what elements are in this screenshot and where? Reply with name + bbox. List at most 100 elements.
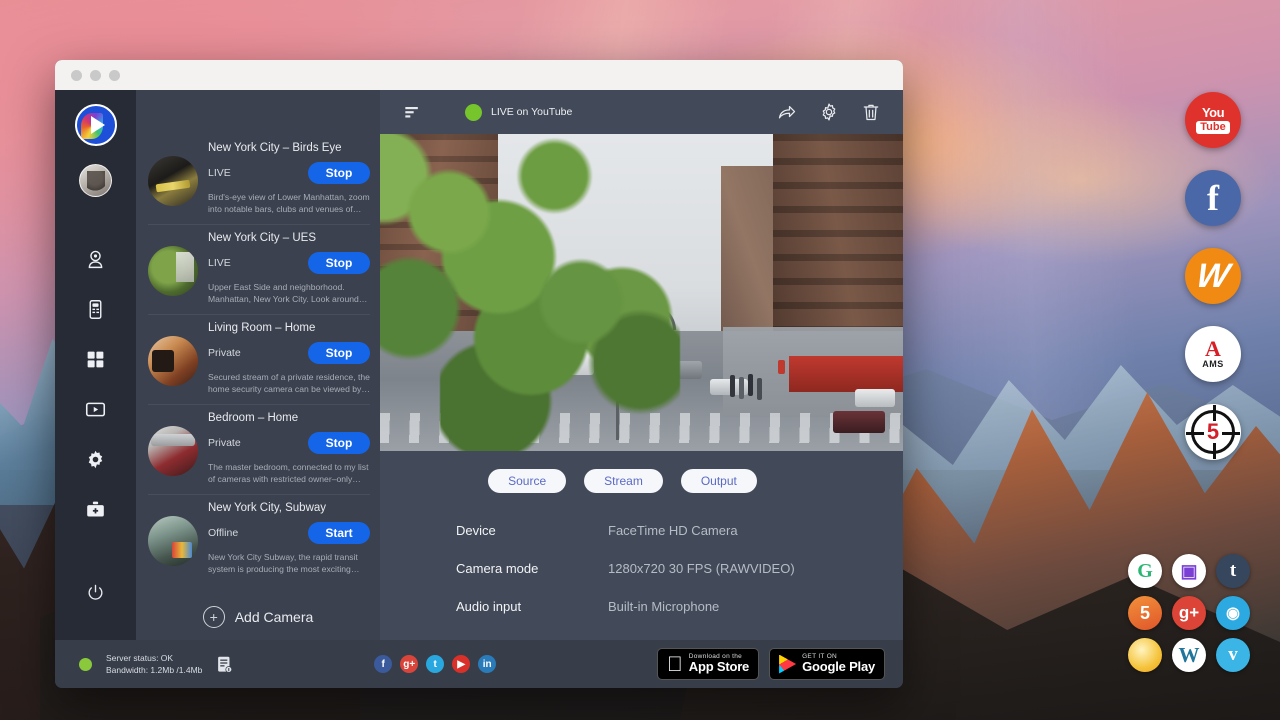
- camera-status-row: Private Stop: [208, 342, 370, 364]
- window-body: New York City – Birds Eye LIVE Stop Bird…: [55, 90, 903, 640]
- app-store-badge[interactable]:  Download on the App Store: [657, 648, 759, 679]
- grid-apps-icon: [85, 349, 106, 375]
- social-twitter-icon[interactable]: t: [426, 655, 444, 673]
- camera-action-button[interactable]: Stop: [308, 252, 370, 274]
- camera-action-button[interactable]: Stop: [308, 432, 370, 454]
- camera-thumbnail: [148, 336, 198, 386]
- sidebar-item-broadcast[interactable]: [55, 387, 136, 437]
- camera-list-item[interactable]: New York City – Birds Eye LIVE Stop Bird…: [136, 134, 380, 224]
- mini-glyph: t: [1230, 560, 1236, 582]
- camera-list-item[interactable]: New York City, Subway Offline Start New …: [136, 494, 380, 584]
- sidebar-item-apps[interactable]: [55, 337, 136, 387]
- camera-list-item[interactable]: Bedroom – Home Private Stop The master b…: [136, 404, 380, 494]
- wowza-glyph: W: [1194, 259, 1232, 293]
- social-links: f g+ t ▶ in: [374, 655, 496, 673]
- gear-icon[interactable]: [814, 97, 844, 127]
- settings-tabs: Source Stream Output: [380, 451, 865, 499]
- share-arrow-icon[interactable]: [772, 97, 802, 127]
- tab-stream[interactable]: Stream: [584, 469, 663, 493]
- camera-list: New York City – Birds Eye LIVE Stop Bird…: [136, 134, 380, 640]
- detail-row: Camera mode 1280x720 30 FPS (RAWVIDEO): [456, 561, 903, 576]
- camera-title: New York City – UES: [208, 232, 370, 244]
- detail-row: Audio input Built-in Microphone: [456, 599, 903, 614]
- red5-glyph: 5: [1204, 421, 1222, 443]
- add-camera-button[interactable]: + Add Camera: [136, 584, 380, 628]
- source-details: Device FaceTime HD Camera Camera mode 12…: [380, 499, 903, 637]
- camera-list-item[interactable]: Living Room – Home Private Stop Secured …: [136, 314, 380, 404]
- minimize-button[interactable]: [90, 70, 101, 81]
- camera-description: The master bedroom, connected to my list…: [208, 461, 370, 486]
- avatar[interactable]: [79, 164, 112, 197]
- dock-mini-vimeo[interactable]: v: [1216, 638, 1250, 672]
- dock-icon-adobe-ams[interactable]: A AMS: [1185, 326, 1241, 382]
- social-youtube-icon[interactable]: ▶: [452, 655, 470, 673]
- camera-list-item[interactable]: New York City – UES LIVE Stop Upper East…: [136, 224, 380, 314]
- sidebar-item-settings[interactable]: [55, 437, 136, 487]
- trash-icon[interactable]: [856, 97, 886, 127]
- camera-thumbnail: [148, 426, 198, 476]
- video-vehicle: [710, 379, 748, 395]
- camera-description: Bird's-eye view of Lower Manhattan, zoom…: [208, 191, 370, 216]
- sidebar-item-support[interactable]: [55, 487, 136, 537]
- dock-mini-twitch[interactable]: ▣: [1172, 554, 1206, 588]
- app-store-text: Download on the App Store: [689, 653, 749, 674]
- close-button[interactable]: [71, 70, 82, 81]
- crosshair-icon: 5: [1191, 410, 1235, 454]
- camera-status: Offline: [208, 527, 238, 539]
- sidebar-item-cameras[interactable]: [55, 237, 136, 287]
- log-document-icon[interactable]: [216, 655, 233, 674]
- camera-action-button[interactable]: Stop: [308, 342, 370, 364]
- app-logo-icon[interactable]: [75, 104, 117, 146]
- detail-value[interactable]: FaceTime HD Camera: [608, 523, 738, 538]
- tab-source[interactable]: Source: [488, 469, 566, 493]
- sort-list-icon[interactable]: [397, 97, 427, 127]
- social-google-plus-icon[interactable]: g+: [400, 655, 418, 673]
- dock-mini-red5-pro[interactable]: 5: [1128, 596, 1162, 630]
- youtube-label-tube: Tube: [1196, 121, 1229, 135]
- dock-mini-grasshopper[interactable]: G: [1128, 554, 1162, 588]
- bandwidth-label: Bandwidth: 1.2Mb /1.4Mb: [106, 664, 202, 676]
- dock-mini-wordpress[interactable]: W: [1172, 638, 1206, 672]
- adobe-ams-label: AMS: [1202, 359, 1224, 369]
- power-icon: [86, 583, 105, 607]
- dock-icon-red5[interactable]: 5: [1185, 404, 1241, 460]
- camera-status-row: Private Stop: [208, 432, 370, 454]
- detail-value[interactable]: Built-in Microphone: [608, 599, 719, 614]
- camera-action-button[interactable]: Stop: [308, 162, 370, 184]
- dock-mini-google-plus[interactable]: g+: [1172, 596, 1206, 630]
- live-indicator-dot: [465, 104, 482, 121]
- dock-mini-tumblr[interactable]: t: [1216, 554, 1250, 588]
- video-vehicle: [833, 411, 885, 433]
- sidebar-item-power[interactable]: [55, 570, 136, 620]
- server-status-label: Server status: OK: [106, 652, 202, 664]
- mobile-device-icon: [85, 299, 106, 325]
- desktop-dock-right: You Tube f W A AMS 5: [1180, 92, 1246, 460]
- sidebar-rail: [55, 90, 136, 640]
- social-facebook-icon[interactable]: f: [374, 655, 392, 673]
- social-linkedin-icon[interactable]: in: [478, 655, 496, 673]
- camera-action-button[interactable]: Start: [308, 522, 370, 544]
- google-play-text: GET IT ON Google Play: [802, 653, 875, 674]
- tab-output[interactable]: Output: [681, 469, 757, 493]
- dock-icon-wowza[interactable]: W: [1185, 248, 1241, 304]
- mini-glyph: G: [1137, 560, 1153, 583]
- camera-list-panel: New York City – Birds Eye LIVE Stop Bird…: [136, 90, 380, 640]
- dock-icon-youtube[interactable]: You Tube: [1185, 92, 1241, 148]
- dock-mini-twitter[interactable]: ◉: [1216, 596, 1250, 630]
- camera-status-row: Offline Start: [208, 522, 370, 544]
- maximize-button[interactable]: [109, 70, 120, 81]
- camera-status: Private: [208, 437, 241, 449]
- application-window: New York City – Birds Eye LIVE Stop Bird…: [55, 60, 903, 688]
- first-aid-kit-icon: [85, 499, 106, 525]
- google-play-badge[interactable]: GET IT ON Google Play: [769, 648, 885, 679]
- dock-mini-sunlight[interactable]: [1128, 638, 1162, 672]
- detail-value[interactable]: 1280x720 30 FPS (RAWVIDEO): [608, 561, 795, 576]
- mini-glyph: v: [1228, 644, 1238, 666]
- sidebar-item-devices[interactable]: [55, 287, 136, 337]
- status-bar: Server status: OK Bandwidth: 1.2Mb /1.4M…: [55, 640, 903, 688]
- camera-list-header: [136, 90, 380, 134]
- detail-label: Device: [456, 523, 608, 538]
- dock-icon-facebook[interactable]: f: [1185, 170, 1241, 226]
- youtube-label-you: You: [1202, 106, 1224, 119]
- video-preview[interactable]: [380, 134, 903, 451]
